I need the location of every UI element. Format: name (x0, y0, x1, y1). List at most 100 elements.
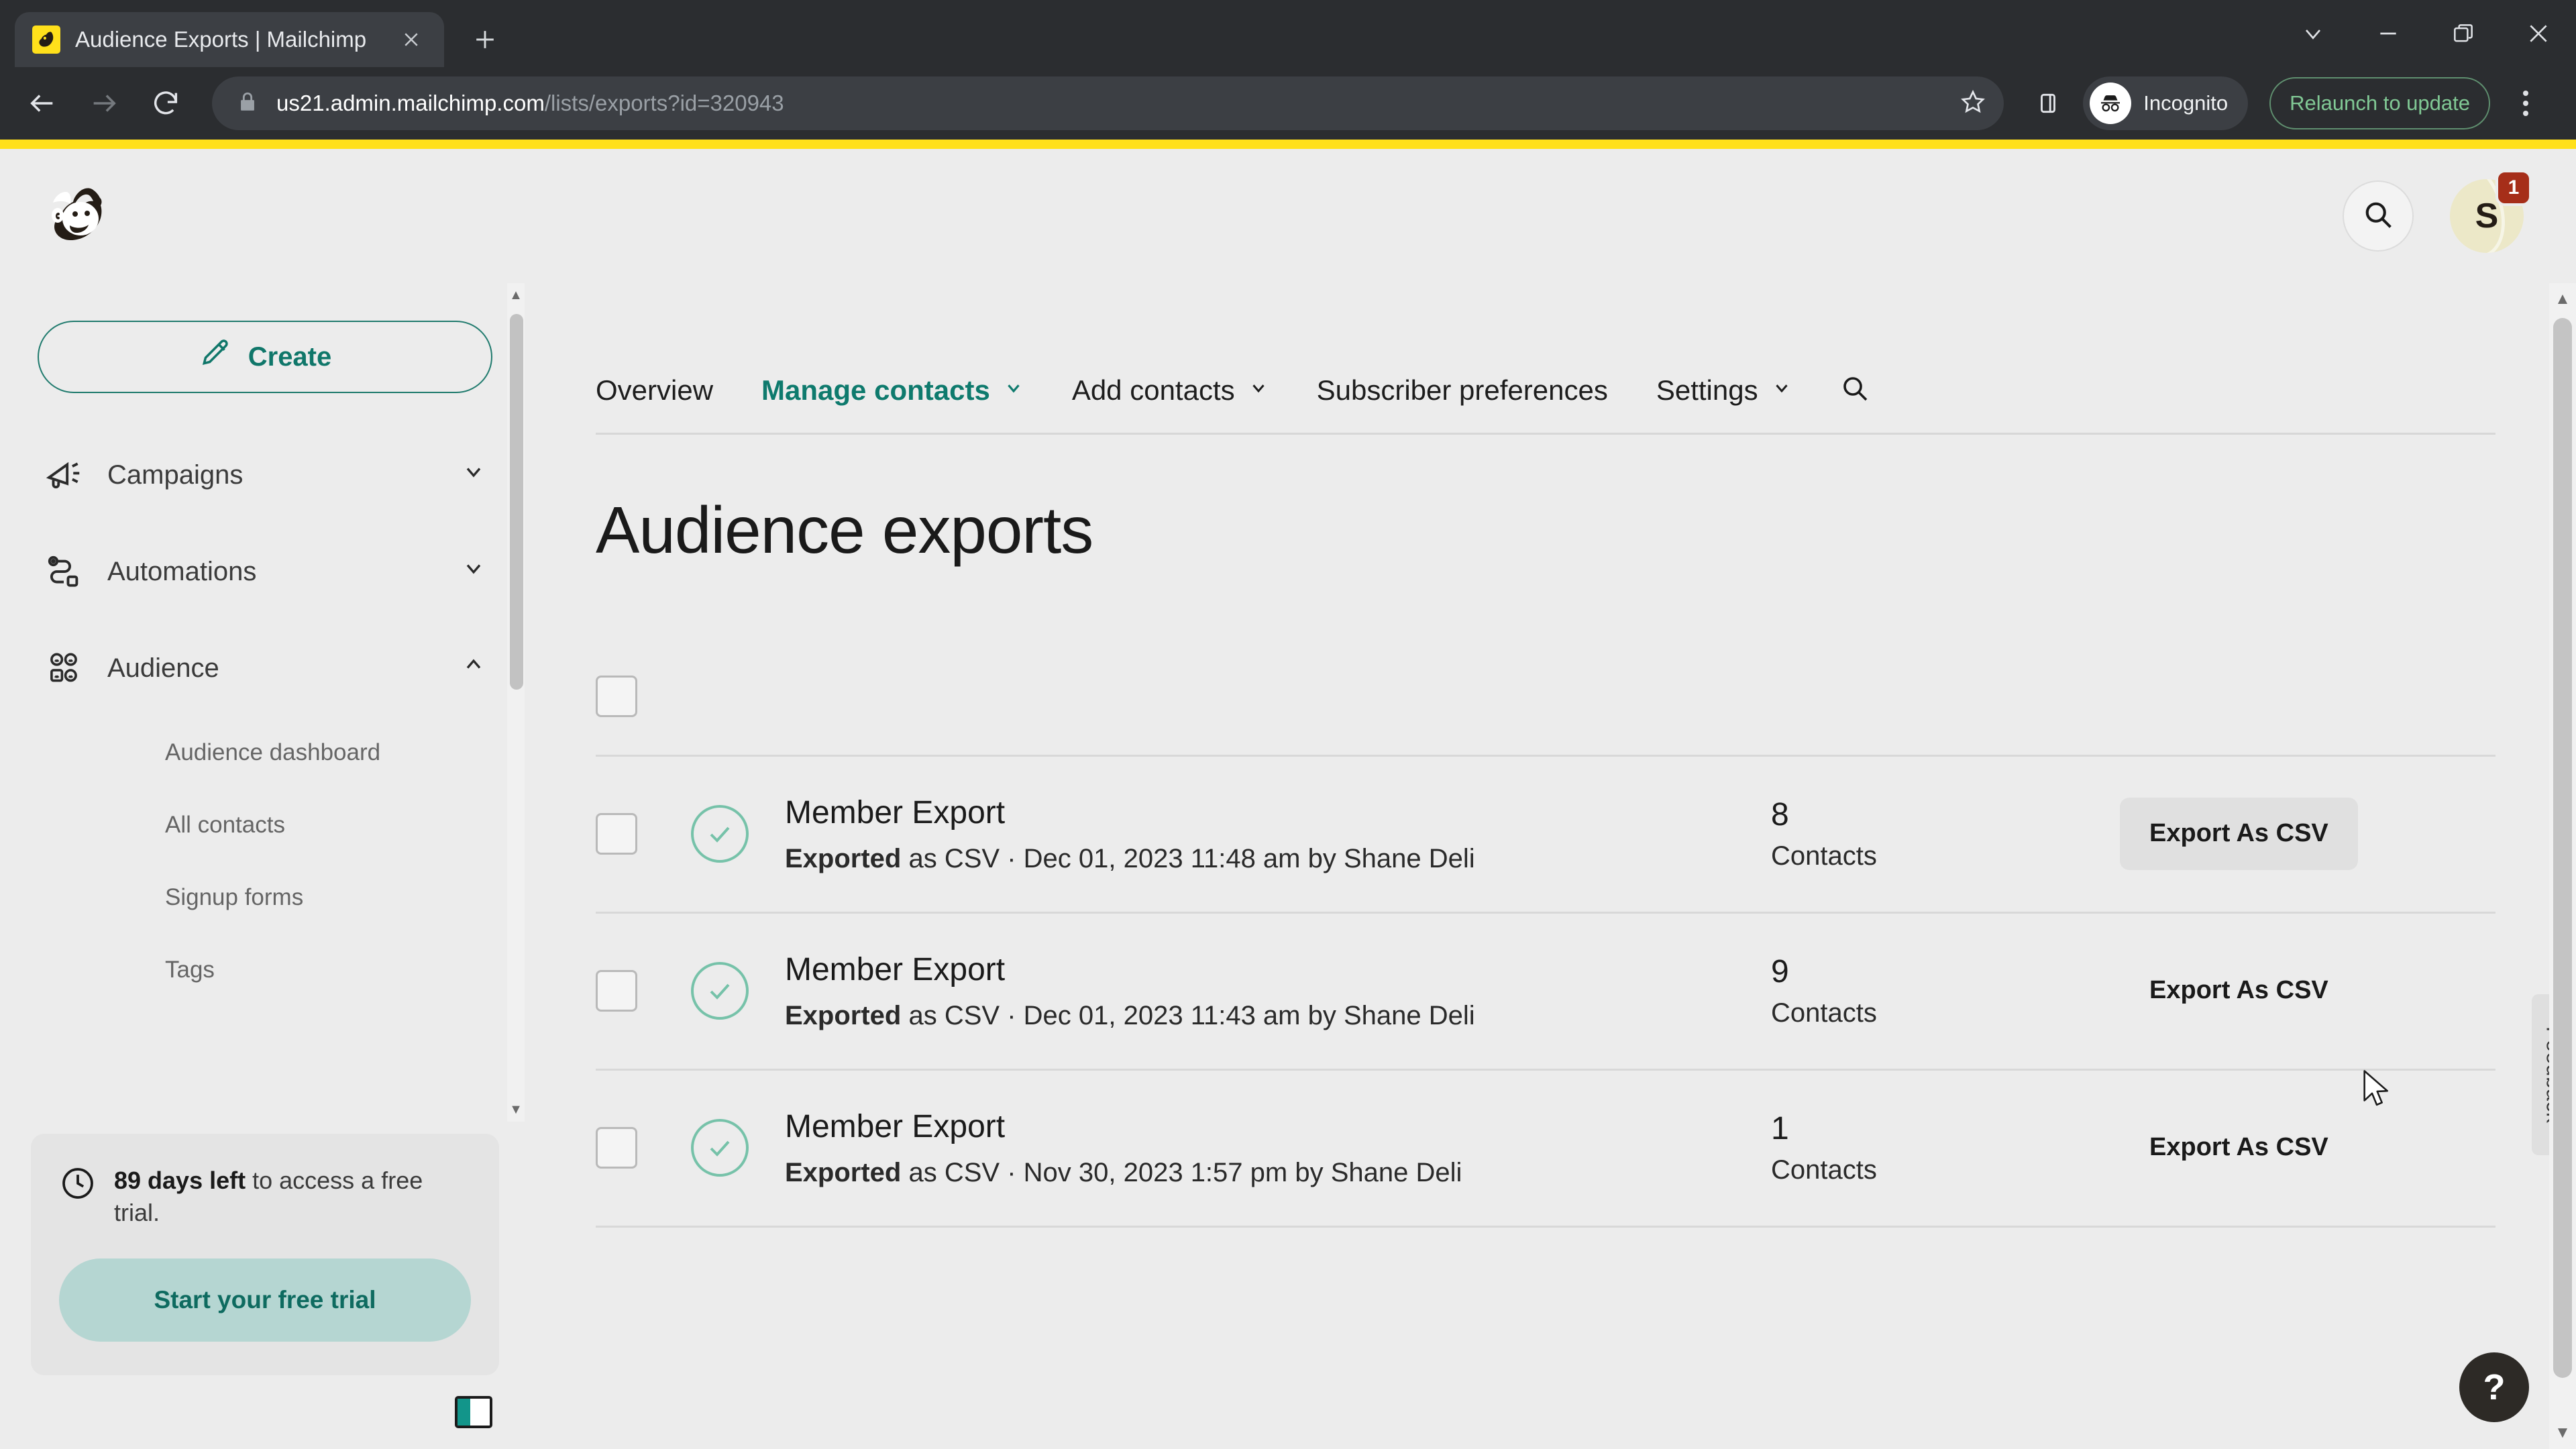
sidebar-nav: Campaigns Automations Audience Audience … (38, 427, 492, 1006)
tab-label: Overview (596, 374, 714, 406)
sidebar-item-signup-forms[interactable]: Signup forms (38, 861, 492, 934)
sidebar-item-label: Campaigns (107, 460, 244, 490)
export-meta: as CSV · Dec 01, 2023 11:48 am by Shane … (901, 844, 1475, 873)
page-scrollbar-thumb[interactable] (2553, 318, 2572, 1378)
chevron-down-icon (1004, 378, 1024, 402)
sidebar-scroll-area: Create Campaigns Automations Audience Au… (0, 283, 530, 1122)
row-checkbox[interactable] (596, 969, 637, 1012)
relaunch-to-update-button[interactable]: Relaunch to update (2269, 77, 2490, 129)
sidebar-item-automations[interactable]: Automations (38, 523, 492, 620)
contact-count: 8 (1771, 797, 1789, 833)
row-action-cell: Export As CSV (2120, 1112, 2496, 1184)
start-free-trial-button[interactable]: Start your free trial (59, 1258, 471, 1342)
header-search-button[interactable] (2343, 180, 2414, 252)
close-tab-icon[interactable] (396, 24, 427, 55)
check-circle-icon (691, 1118, 749, 1177)
export-list: Member Export Exported as CSV · Dec 01, … (596, 757, 2496, 1228)
row-checkbox[interactable] (596, 812, 637, 855)
page-title: Audience exports (596, 493, 1093, 567)
scroll-up-icon[interactable]: ▲ (509, 283, 523, 307)
app-header: S 1 (0, 149, 2576, 283)
incognito-indicator[interactable]: Incognito (2083, 76, 2249, 130)
row-checkbox[interactable] (596, 1126, 637, 1169)
scroll-up-icon[interactable]: ▲ (2555, 283, 2571, 315)
scroll-down-icon[interactable]: ▼ (2555, 1417, 2571, 1449)
create-button-label: Create (248, 341, 332, 372)
row-count-cell: 9 Contacts (1771, 953, 2120, 1028)
tab-settings[interactable]: Settings (1632, 347, 1816, 433)
star-icon[interactable] (1960, 89, 1986, 119)
url-path: /lists/exports?id=320943 (544, 91, 784, 115)
sidebar-item-campaigns[interactable]: Campaigns (38, 427, 492, 523)
select-all-checkbox[interactable] (596, 676, 637, 717)
browser-toolbar: us21.admin.mailchimp.com/lists/exports?i… (0, 67, 2576, 140)
scroll-down-icon[interactable]: ▼ (509, 1097, 523, 1122)
chevron-up-icon (462, 653, 486, 684)
audience-people-icon (43, 647, 85, 689)
side-panel-icon[interactable] (2023, 78, 2074, 129)
three-dot-menu-icon[interactable] (2502, 76, 2549, 131)
maximize-icon[interactable] (2426, 0, 2501, 67)
panel-toggle-icon[interactable] (455, 1396, 492, 1428)
export-as-csv-button[interactable]: Export As CSV (2120, 955, 2358, 1027)
incognito-icon (2090, 83, 2132, 124)
check-circle-icon (691, 961, 749, 1020)
reload-icon[interactable] (138, 76, 193, 131)
clock-icon (59, 1165, 97, 1205)
create-button[interactable]: Create (38, 321, 492, 393)
minimize-icon[interactable] (2351, 0, 2426, 67)
row-checkbox-cell (596, 812, 691, 855)
megaphone-icon (43, 454, 85, 496)
chevron-down-icon[interactable] (2275, 0, 2351, 67)
export-as-csv-button[interactable]: Export As CSV (2120, 1112, 2358, 1184)
sidebar-item-label: Automations (107, 556, 257, 586)
table-row: Member Export Exported as CSV · Dec 01, … (596, 757, 2496, 914)
tab-overview[interactable]: Overview (596, 347, 737, 433)
new-tab-button[interactable] (462, 16, 508, 63)
row-status-cell (691, 1118, 757, 1177)
contact-count-label: Contacts (1771, 998, 1877, 1028)
row-count-cell: 8 Contacts (1771, 796, 2120, 871)
browser-tab-title: Audience Exports | Mailchimp (75, 27, 367, 52)
incognito-label: Incognito (2143, 91, 2229, 115)
browser-tab[interactable]: Audience Exports | Mailchimp (15, 12, 444, 67)
row-detail-cell: Member Export Exported as CSV · Dec 01, … (757, 950, 1771, 1031)
tab-subscriber-preferences[interactable]: Subscriber preferences (1293, 347, 1632, 433)
tab-label: Subscriber preferences (1316, 374, 1608, 406)
row-status-cell (691, 961, 757, 1020)
sidebar: Create Campaigns Automations Audience Au… (0, 283, 530, 1449)
sidebar-item-all-contacts[interactable]: All contacts (38, 789, 492, 861)
export-status-word: Exported (785, 1158, 902, 1187)
tab-manage-contacts[interactable]: Manage contacts (737, 347, 1048, 433)
sidebar-item-tags[interactable]: Tags (38, 934, 492, 1006)
app-body: Create Campaigns Automations Audience Au… (0, 283, 2576, 1449)
chevron-down-icon (1248, 378, 1269, 402)
export-meta: as CSV · Nov 30, 2023 1:57 pm by Shane D… (901, 1158, 1462, 1187)
table-row: Member Export Exported as CSV · Dec 01, … (596, 914, 2496, 1071)
brand-accent-bar (0, 140, 2576, 149)
trial-text: 89 days left to access a free trial. (114, 1165, 471, 1229)
tab-label: Settings (1656, 374, 1758, 406)
search-icon (1839, 372, 1871, 408)
address-bar[interactable]: us21.admin.mailchimp.com/lists/exports?i… (212, 76, 2004, 130)
back-arrow-icon[interactable] (15, 76, 70, 131)
avatar[interactable]: S 1 (2450, 170, 2532, 253)
sidebar-item-audience-dashboard[interactable]: Audience dashboard (38, 716, 492, 789)
url-host: us21.admin.mailchimp.com (276, 91, 545, 115)
sidebar-scrollbar-thumb[interactable] (510, 314, 523, 690)
close-window-icon[interactable] (2501, 0, 2576, 67)
sidebar-footer (0, 1375, 530, 1449)
tab-add-contacts[interactable]: Add contacts (1048, 347, 1293, 433)
forward-arrow-icon[interactable] (76, 76, 131, 131)
help-button[interactable]: ? (2459, 1352, 2529, 1422)
browser-chrome: Audience Exports | Mailchimp us21.admin.… (0, 0, 2576, 140)
header-actions: S 1 (2343, 170, 2532, 253)
export-as-csv-button[interactable]: Export As CSV (2120, 797, 2358, 870)
window-controls (2275, 0, 2576, 67)
export-status-word: Exported (785, 844, 902, 873)
sidebar-item-audience[interactable]: Audience (38, 620, 492, 716)
nav-search-button[interactable] (1816, 372, 1894, 408)
trial-message: 89 days left to access a free trial. (59, 1165, 471, 1229)
mailchimp-freddie-logo-icon[interactable] (36, 176, 117, 256)
chevron-down-icon (462, 556, 486, 587)
